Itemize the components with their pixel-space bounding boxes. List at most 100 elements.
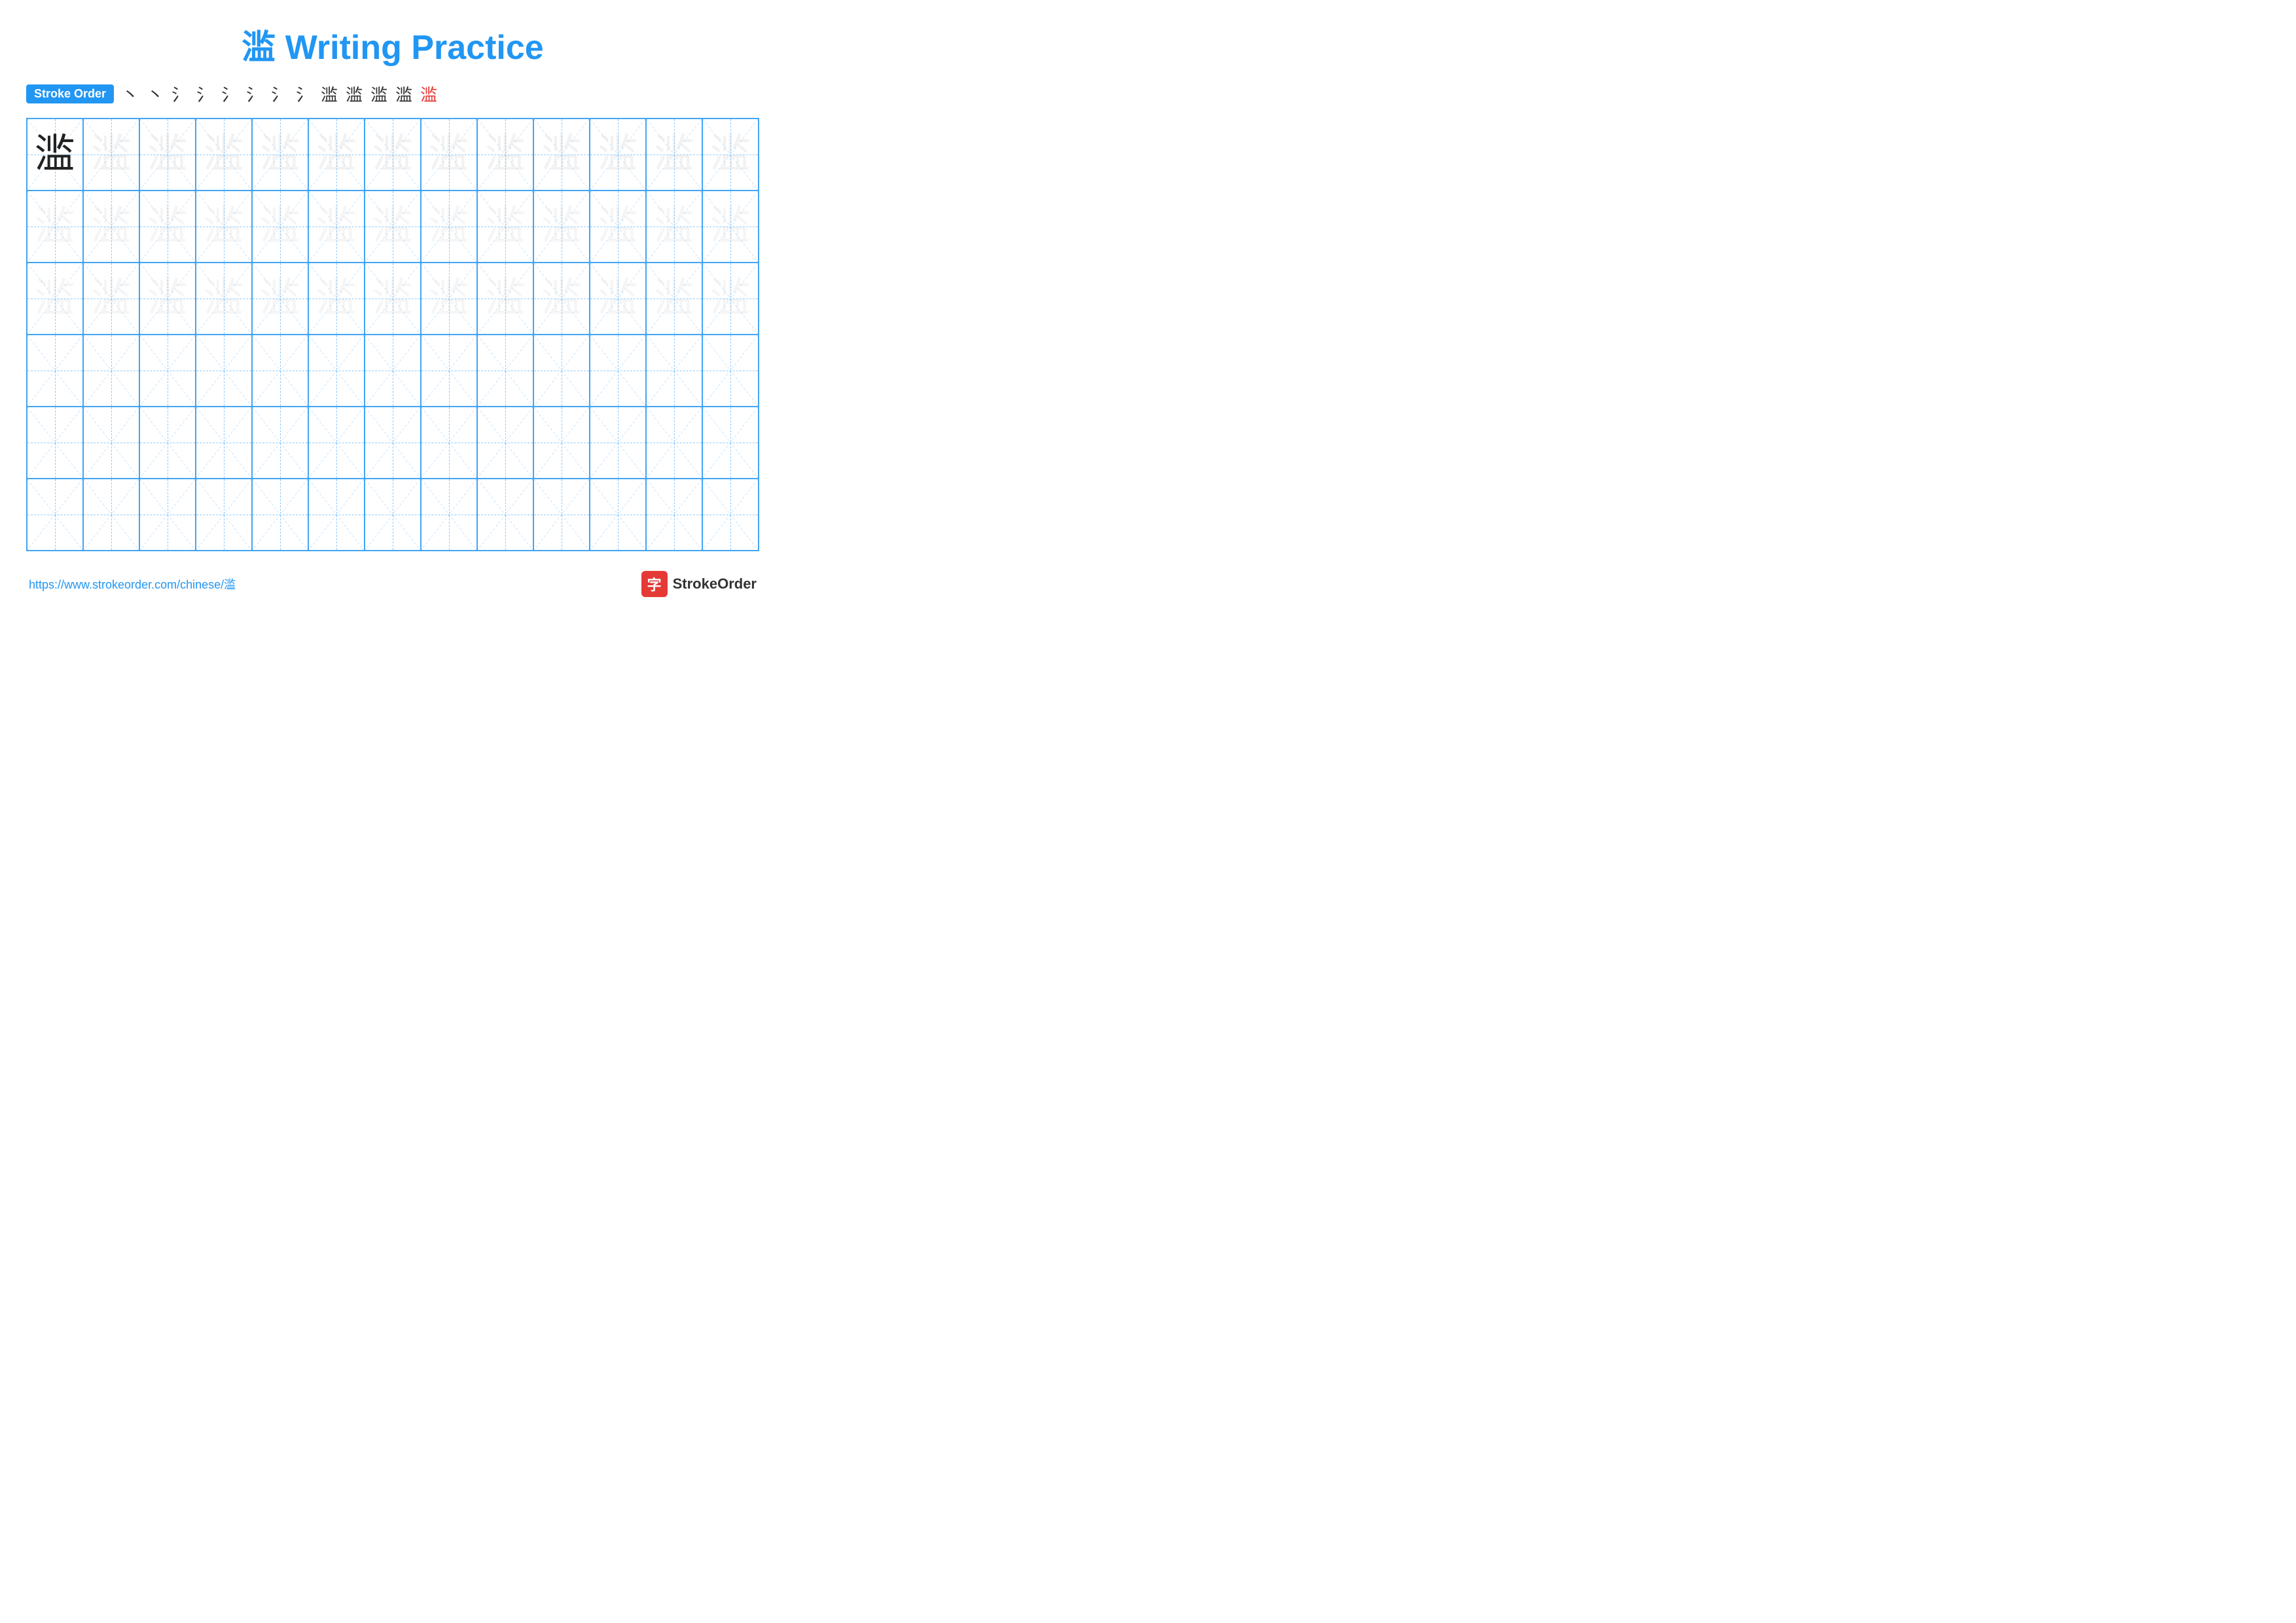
grid-cell[interactable]: 滥 [590, 263, 646, 335]
grid-cell[interactable] [365, 407, 421, 479]
grid-cell[interactable]: 滥 [83, 263, 139, 335]
grid-cell[interactable]: 滥 [646, 119, 702, 191]
grid-cell[interactable]: 滥 [308, 119, 365, 191]
grid-cell[interactable]: 滥 [139, 263, 196, 335]
footer-brand: 字 StrokeOrder [641, 571, 757, 597]
grid-cell[interactable]: 滥 [477, 119, 533, 191]
grid-cell[interactable]: 滥 [83, 191, 139, 263]
grid-cell[interactable]: 滥 [533, 191, 590, 263]
grid-cell[interactable] [646, 335, 702, 407]
grid-cell[interactable] [252, 335, 308, 407]
grid-cell[interactable] [590, 407, 646, 479]
grid-cell[interactable]: 滥 [27, 191, 83, 263]
grid-cell[interactable] [27, 335, 83, 407]
grid-cell[interactable] [533, 407, 590, 479]
grid-cell[interactable]: 滥 [477, 191, 533, 263]
grid-cell[interactable] [196, 479, 252, 551]
grid-cell[interactable] [308, 479, 365, 551]
stroke-step-2: 丶 [147, 82, 164, 106]
grid-cell[interactable]: 滥 [139, 119, 196, 191]
grid-cell[interactable] [702, 335, 759, 407]
grid-cell[interactable] [702, 407, 759, 479]
grid-cell[interactable] [365, 479, 421, 551]
practice-char: 滥 [260, 206, 300, 247]
grid-cell[interactable] [139, 335, 196, 407]
grid-cell[interactable] [308, 335, 365, 407]
grid-cell[interactable] [139, 407, 196, 479]
grid-cell[interactable]: 滥 [421, 191, 477, 263]
grid-cell[interactable] [477, 335, 533, 407]
grid-cell[interactable] [421, 335, 477, 407]
grid-cell[interactable]: 滥 [196, 119, 252, 191]
practice-char: 滥 [485, 206, 526, 247]
grid-cell[interactable] [196, 335, 252, 407]
practice-char: 滥 [598, 206, 638, 247]
grid-cell[interactable] [533, 479, 590, 551]
grid-cell[interactable]: 滥 [702, 191, 759, 263]
grid-cell[interactable]: 滥 [196, 263, 252, 335]
grid-cell[interactable] [533, 335, 590, 407]
grid-cell[interactable] [646, 479, 702, 551]
grid-cell[interactable] [308, 407, 365, 479]
brand-icon: 字 [641, 571, 668, 597]
grid-cell[interactable]: 滥 [365, 191, 421, 263]
grid-cell[interactable]: 滥 [533, 263, 590, 335]
grid-cell[interactable] [27, 479, 83, 551]
grid-cell[interactable] [252, 479, 308, 551]
grid-cell[interactable] [365, 335, 421, 407]
grid-cell[interactable] [646, 407, 702, 479]
practice-char: 滥 [147, 206, 188, 247]
grid-cell[interactable]: 滥 [590, 119, 646, 191]
grid-cell[interactable] [139, 479, 196, 551]
grid-cell[interactable]: 滥 [83, 119, 139, 191]
grid-cell[interactable]: 滥 [252, 191, 308, 263]
grid-cell[interactable] [421, 479, 477, 551]
grid-cell[interactable] [702, 479, 759, 551]
grid-cell[interactable]: 滥 [477, 263, 533, 335]
practice-char: 滥 [147, 278, 188, 319]
grid-cell[interactable]: 滥 [196, 191, 252, 263]
grid-cell[interactable]: 滥 [646, 191, 702, 263]
grid-cell[interactable] [196, 407, 252, 479]
grid-cell[interactable]: 滥 [365, 263, 421, 335]
practice-char: 滥 [429, 278, 469, 319]
grid-cell[interactable]: 滥 [702, 119, 759, 191]
grid-cell[interactable]: 滥 [308, 191, 365, 263]
practice-char: 滥 [541, 206, 582, 247]
practice-char: 滥 [372, 206, 413, 247]
stroke-step-6: 氵 [246, 82, 263, 106]
grid-cell[interactable] [252, 407, 308, 479]
grid-cell[interactable] [477, 479, 533, 551]
grid-cell[interactable]: 滥 [533, 119, 590, 191]
practice-char: 滥 [485, 134, 526, 175]
grid-cell[interactable]: 滥 [27, 119, 83, 191]
grid-cell[interactable] [477, 407, 533, 479]
grid-cell[interactable]: 滥 [139, 191, 196, 263]
practice-char: 滥 [260, 134, 300, 175]
grid-cell[interactable]: 滥 [365, 119, 421, 191]
practice-char: 滥 [91, 134, 132, 175]
grid-cell[interactable]: 滥 [421, 119, 477, 191]
grid-cell[interactable] [590, 479, 646, 551]
stroke-step-12: 滥 [395, 82, 412, 106]
practice-char: 滥 [372, 134, 413, 175]
stroke-order-badge: Stroke Order [26, 84, 114, 103]
practice-char: 滥 [541, 278, 582, 319]
grid-cell[interactable]: 滥 [308, 263, 365, 335]
grid-cell[interactable] [421, 407, 477, 479]
grid-cell[interactable]: 滥 [702, 263, 759, 335]
practice-grid: 滥 滥 滥 滥 滥 滥 滥 滥 [26, 118, 759, 551]
grid-cell[interactable] [83, 335, 139, 407]
grid-cell[interactable]: 滥 [421, 263, 477, 335]
stroke-step-10: 滥 [346, 82, 363, 106]
practice-char: 滥 [485, 278, 526, 319]
grid-cell[interactable] [590, 335, 646, 407]
grid-cell[interactable]: 滥 [590, 191, 646, 263]
grid-cell[interactable] [83, 479, 139, 551]
grid-cell[interactable]: 滥 [252, 263, 308, 335]
grid-cell[interactable]: 滥 [646, 263, 702, 335]
grid-cell[interactable] [27, 407, 83, 479]
grid-cell[interactable]: 滥 [252, 119, 308, 191]
grid-cell[interactable]: 滥 [27, 263, 83, 335]
grid-cell[interactable] [83, 407, 139, 479]
